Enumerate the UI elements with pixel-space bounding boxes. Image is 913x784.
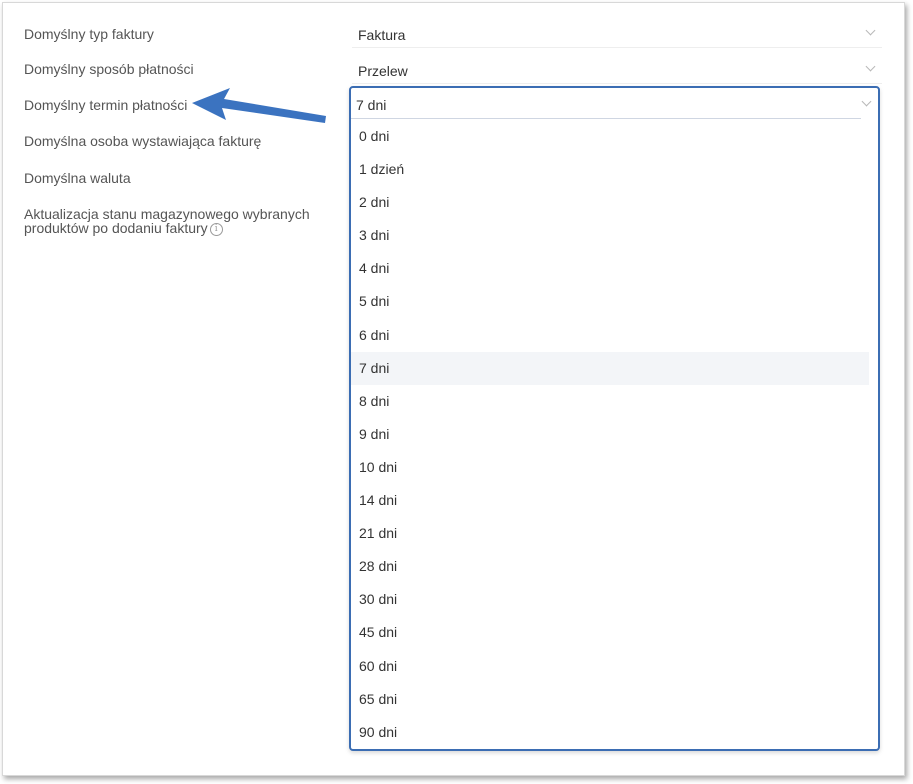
stock-update-label-text: Aktualizacja stanu magazynowego wybranyc… <box>24 206 310 236</box>
invoice-type-value: Faktura <box>358 27 406 43</box>
payment-term-value: 7 dni <box>356 97 387 113</box>
stock-update-label: Aktualizacja stanu magazynowego wybranyc… <box>24 207 324 236</box>
payment-method-label: Domyślny sposób płatności <box>24 61 194 77</box>
pointer-arrow-icon <box>192 88 326 123</box>
payment-term-label: Domyślny termin płatności <box>24 97 188 113</box>
dropdown-option[interactable]: 2 dni <box>351 186 869 219</box>
dropdown-option[interactable]: 0 dni <box>351 120 869 153</box>
dropdown-option[interactable]: 28 dni <box>351 550 869 583</box>
dropdown-option[interactable]: 9 dni <box>351 418 869 451</box>
dropdown-option[interactable]: 6 dni <box>351 319 869 352</box>
payment-term-dropdown[interactable]: 7 dni 0 dni 1 dzień 2 dni 3 dni 4 dni 5 dni 6 … <box>349 86 880 751</box>
chevron-down-icon <box>865 61 876 72</box>
payment-method-value: Przelew <box>358 63 408 79</box>
dropdown-option[interactable]: 4 dni <box>351 252 869 285</box>
payment-term-select[interactable]: 7 dni <box>351 88 861 119</box>
dropdown-option[interactable]: 60 dni <box>351 650 869 683</box>
chevron-down-icon <box>865 25 876 36</box>
dropdown-option[interactable]: 65 dni <box>351 683 869 716</box>
issuer-label: Domyślna osoba wystawiająca fakturę <box>24 133 262 149</box>
payment-term-options: 0 dni 1 dzień 2 dni 3 dni 4 dni 5 dni 6 dni 7 d… <box>351 120 869 749</box>
payment-method-select[interactable]: Przelew <box>352 56 882 84</box>
invoice-type-label: Domyślny typ faktury <box>24 26 154 42</box>
dropdown-option[interactable]: 5 dni <box>351 285 869 318</box>
dropdown-option[interactable]: 7 dni <box>351 351 869 385</box>
dropdown-option[interactable]: 10 dni <box>351 451 869 484</box>
invoice-type-select[interactable]: Faktura <box>352 20 882 48</box>
dropdown-option[interactable]: 14 dni <box>351 484 869 517</box>
dropdown-option[interactable]: 1 dzień <box>351 153 869 186</box>
dropdown-option[interactable]: 3 dni <box>351 219 869 252</box>
dropdown-option[interactable]: 21 dni <box>351 517 869 550</box>
info-circle-icon[interactable]: i <box>209 223 223 236</box>
dropdown-option[interactable]: 45 dni <box>351 616 869 649</box>
dropdown-option[interactable]: 30 dni <box>351 583 869 616</box>
dropdown-option[interactable]: 90 dni <box>351 716 869 749</box>
currency-label: Domyślna waluta <box>24 170 131 186</box>
chevron-down-icon <box>861 96 872 107</box>
dropdown-option[interactable]: 8 dni <box>351 385 869 418</box>
